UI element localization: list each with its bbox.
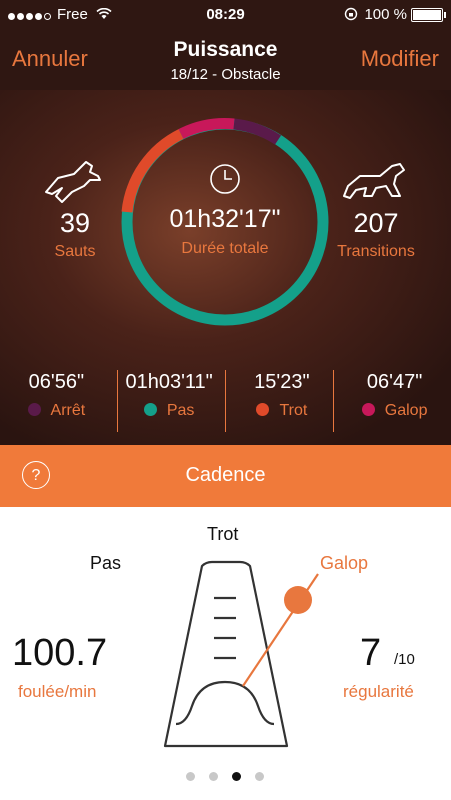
page-dot[interactable] — [186, 772, 195, 781]
page-dot-active[interactable] — [232, 772, 241, 781]
page-dot[interactable] — [209, 772, 218, 781]
metronome-weight — [284, 586, 312, 614]
metronome-icon — [163, 560, 319, 748]
page-dot[interactable] — [255, 772, 264, 781]
page-indicator[interactable] — [186, 768, 278, 786]
